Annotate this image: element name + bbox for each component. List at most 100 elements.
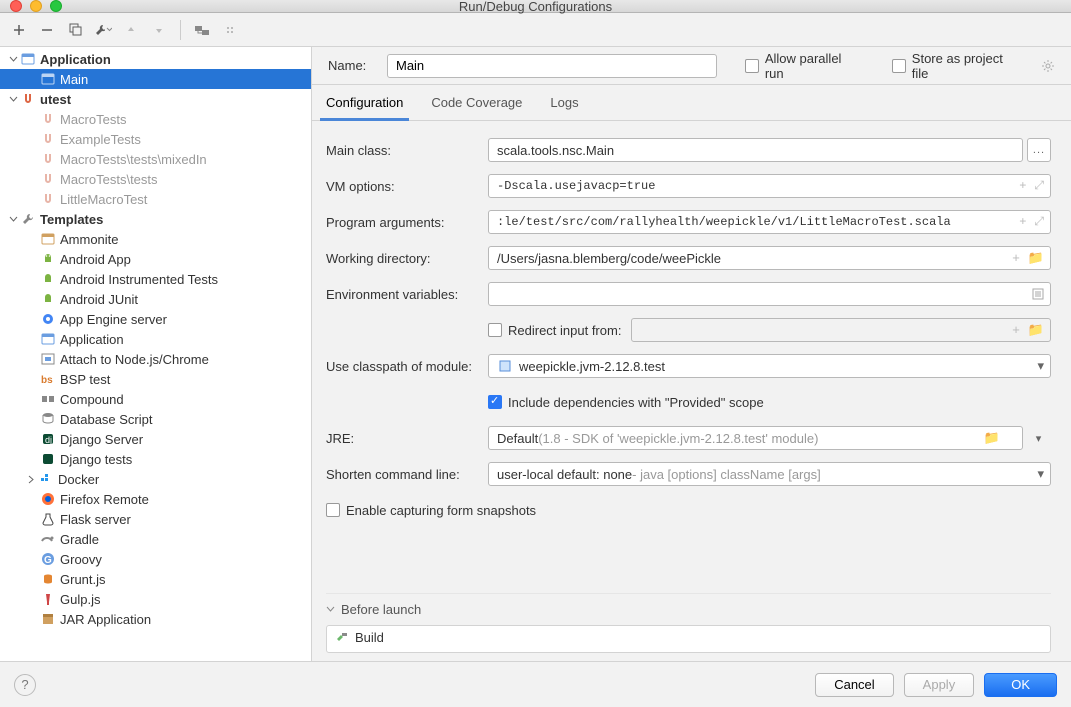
name-label: Name:	[328, 58, 373, 73]
env-vars-input[interactable]	[488, 282, 1051, 306]
redirect-input-checkbox[interactable]: Redirect input from:	[488, 323, 621, 338]
config-toolbar	[0, 13, 1071, 47]
window-close-button[interactable]	[10, 0, 22, 12]
tree-item[interactable]: Application	[0, 329, 311, 349]
store-project-checkbox[interactable]: Store as project file	[892, 51, 1023, 81]
browse-main-class-button[interactable]: ...	[1027, 138, 1051, 162]
tree-item-main[interactable]: Main	[0, 69, 311, 89]
tree-item[interactable]: Flask server	[0, 509, 311, 529]
jre-dropdown-button[interactable]: ▾	[1027, 426, 1051, 450]
tab-logs[interactable]: Logs	[550, 85, 578, 120]
tree-item[interactable]: Firefox Remote	[0, 489, 311, 509]
folder-icon: 📁	[1028, 322, 1044, 338]
add-icon[interactable]: +	[1019, 179, 1026, 193]
template-icon: G	[40, 551, 56, 567]
tree-item[interactable]: Grunt.js	[0, 569, 311, 589]
folder-tree-icon[interactable]	[193, 21, 211, 39]
template-icon	[40, 331, 56, 347]
tree-item[interactable]: Android JUnit	[0, 289, 311, 309]
folder-icon[interactable]: 📁	[984, 430, 1000, 446]
classpath-select[interactable]: weepickle.jvm-2.12.8.test ▾	[488, 354, 1051, 378]
tree-item[interactable]: ExampleTests	[0, 129, 311, 149]
tree-item[interactable]: Android Instrumented Tests	[0, 269, 311, 289]
tree-item[interactable]: djDjango Server	[0, 429, 311, 449]
add-icon[interactable]	[10, 21, 28, 39]
tree-item[interactable]: LittleMacroTest	[0, 189, 311, 209]
tab-configuration[interactable]: Configuration	[326, 85, 403, 120]
svg-text:dj: dj	[45, 435, 52, 445]
gear-icon[interactable]	[1041, 59, 1055, 73]
template-icon	[40, 491, 56, 507]
template-icon	[40, 611, 56, 627]
copy-icon[interactable]	[66, 21, 84, 39]
program-args-input[interactable]: :le/test/src/com/rallyhealth/weepickle/v…	[488, 210, 1051, 234]
tree-item[interactable]: Compound	[0, 389, 311, 409]
tree-item[interactable]: Docker	[0, 469, 311, 489]
tree-item[interactable]: Ammonite	[0, 229, 311, 249]
tree-item[interactable]: App Engine server	[0, 309, 311, 329]
tree-item[interactable]: MacroTests\tests\mixedIn	[0, 149, 311, 169]
wrench-icon[interactable]	[94, 21, 112, 39]
add-icon: +	[1012, 322, 1020, 338]
tree-group-application[interactable]: Application	[0, 49, 311, 69]
window-maximize-button[interactable]	[50, 0, 62, 12]
working-dir-input[interactable]: /Users/jasna.blemberg/code/weePickle +📁	[488, 246, 1051, 270]
template-icon	[40, 531, 56, 547]
classpath-label: Use classpath of module:	[326, 359, 488, 374]
window-minimize-button[interactable]	[30, 0, 42, 12]
utest-icon	[40, 131, 56, 147]
tree-item[interactable]: Django tests	[0, 449, 311, 469]
folder-icon[interactable]: 📁	[1028, 250, 1044, 266]
tree-item[interactable]: Gulp.js	[0, 589, 311, 609]
tree-item[interactable]: GGroovy	[0, 549, 311, 569]
tree-item[interactable]: Gradle	[0, 529, 311, 549]
shorten-select[interactable]: user-local default: none - java [options…	[488, 462, 1051, 486]
vm-options-input[interactable]: -Dscala.usejavacp=true +⤢	[488, 174, 1051, 198]
redirect-input-field: +📁	[631, 318, 1051, 342]
tree-item[interactable]: JAR Application	[0, 609, 311, 629]
remove-icon[interactable]	[38, 21, 56, 39]
before-launch-item[interactable]: Build	[327, 626, 1050, 649]
capture-snapshots-checkbox[interactable]: Enable capturing form snapshots	[326, 503, 536, 518]
name-input[interactable]	[387, 54, 717, 78]
tree-item[interactable]: Database Script	[0, 409, 311, 429]
before-launch-list[interactable]: Build	[326, 625, 1051, 653]
configurations-tree[interactable]: Application Main utest MacroTestsExample…	[0, 47, 312, 661]
utest-icon	[40, 111, 56, 127]
tree-item[interactable]: MacroTests	[0, 109, 311, 129]
utest-icon	[20, 91, 36, 107]
tree-item[interactable]: MacroTests\tests	[0, 169, 311, 189]
tree-item[interactable]: Attach to Node.js/Chrome	[0, 349, 311, 369]
expand-icon[interactable]: ⤢	[1034, 215, 1044, 229]
tab-code-coverage[interactable]: Code Coverage	[431, 85, 522, 120]
allow-parallel-checkbox[interactable]: Allow parallel run	[745, 51, 864, 81]
template-icon: dj	[40, 431, 56, 447]
template-icon	[40, 511, 56, 527]
list-icon[interactable]	[1032, 288, 1044, 300]
tree-item[interactable]: bsBSP test	[0, 369, 311, 389]
collapse-icon[interactable]	[221, 21, 239, 39]
include-deps-checkbox[interactable]: Include dependencies with "Provided" sco…	[488, 395, 764, 410]
down-icon[interactable]	[150, 21, 168, 39]
module-icon	[497, 358, 513, 374]
template-icon	[40, 231, 56, 247]
chevron-down-icon[interactable]	[326, 605, 335, 614]
tree-item[interactable]: Android App	[0, 249, 311, 269]
apply-button[interactable]: Apply	[904, 673, 975, 697]
main-class-input[interactable]: scala.tools.nsc.Main	[488, 138, 1023, 162]
template-icon	[40, 391, 56, 407]
ok-button[interactable]: OK	[984, 673, 1057, 697]
up-icon[interactable]	[122, 21, 140, 39]
add-icon[interactable]: +	[1012, 250, 1020, 266]
application-icon	[40, 71, 56, 87]
tree-group-templates[interactable]: Templates	[0, 209, 311, 229]
expand-icon[interactable]: ⤢	[1034, 179, 1044, 193]
window-title: Run/Debug Configurations	[0, 0, 1071, 14]
jre-select[interactable]: Default (1.8 - SDK of 'weepickle.jvm-2.1…	[488, 426, 1023, 450]
cancel-button[interactable]: Cancel	[815, 673, 893, 697]
svg-text:G: G	[44, 555, 52, 566]
help-button[interactable]: ?	[14, 674, 36, 696]
add-icon[interactable]: +	[1019, 215, 1026, 229]
tree-group-utest[interactable]: utest	[0, 89, 311, 109]
shorten-label: Shorten command line:	[326, 467, 488, 482]
